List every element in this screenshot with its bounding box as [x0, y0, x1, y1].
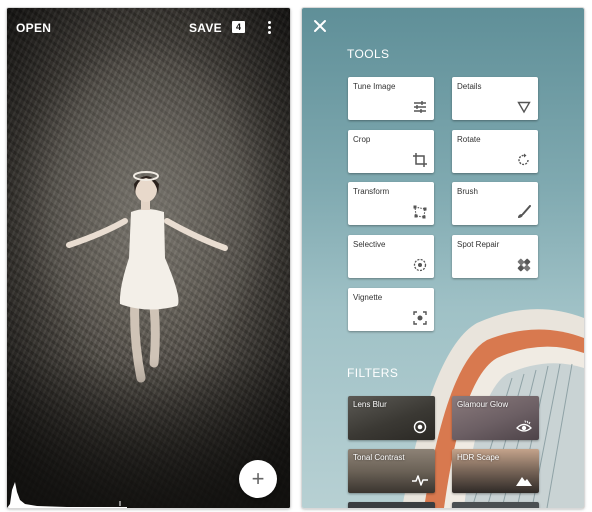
tool-spot-repair[interactable]: Spot Repair: [452, 235, 538, 278]
eye-icon: [516, 420, 532, 432]
tool-crop[interactable]: Crop: [348, 130, 434, 173]
editor-topbar: OPEN SAVE 4: [7, 8, 290, 48]
tools-menu-screen: TOOLS Tune Image Details Crop Rotate Tra…: [302, 8, 584, 508]
triangle-down-icon: [517, 101, 531, 114]
tool-label: Vignette: [353, 293, 383, 302]
tool-label: Brush: [457, 187, 478, 196]
filter-card-partial[interactable]: [348, 502, 435, 508]
tool-label: Transform: [353, 187, 390, 196]
background-building: [402, 309, 584, 508]
selective-icon: [413, 258, 427, 272]
filter-label: HDR Scape: [457, 453, 500, 462]
tool-label: Tune Image: [353, 82, 396, 91]
tool-brush[interactable]: Brush: [452, 182, 538, 225]
close-icon[interactable]: [312, 18, 328, 34]
tool-label: Crop: [353, 135, 371, 144]
tools-section-title: TOOLS: [347, 47, 390, 61]
lens-blur-icon: [413, 420, 427, 434]
mountain-icon: [516, 477, 532, 486]
tool-label: Spot Repair: [457, 240, 500, 249]
crop-icon: [413, 153, 427, 167]
tool-details[interactable]: Details: [452, 77, 538, 120]
tool-label: Details: [457, 82, 482, 91]
histogram: [7, 482, 127, 508]
filter-hdr-scape[interactable]: HDR Scape: [452, 449, 539, 493]
pulse-icon: [412, 475, 428, 486]
vignette-icon: [413, 311, 427, 325]
photo-editor-screen: OPEN SAVE 4 +: [7, 8, 290, 508]
more-vert-icon[interactable]: [263, 20, 275, 36]
tool-tune-image[interactable]: Tune Image: [348, 77, 434, 120]
tune-icon: [414, 101, 426, 113]
filter-tonal-contrast[interactable]: Tonal Contrast: [348, 449, 435, 493]
filter-card-partial[interactable]: [452, 502, 539, 508]
brush-icon: [518, 205, 531, 218]
tool-rotate[interactable]: Rotate: [452, 130, 538, 173]
filter-label: Tonal Contrast: [353, 453, 405, 462]
tool-label: Rotate: [457, 135, 481, 144]
transform-icon: [413, 205, 427, 219]
filter-label: Glamour Glow: [457, 400, 509, 409]
layers-count-badge[interactable]: 4: [232, 21, 245, 33]
bandage-icon: [517, 258, 531, 272]
filters-section-title: FILTERS: [347, 366, 399, 380]
add-filter-button[interactable]: +: [239, 460, 277, 498]
tool-transform[interactable]: Transform: [348, 182, 434, 225]
filter-label: Lens Blur: [353, 400, 387, 409]
filter-lens-blur[interactable]: Lens Blur: [348, 396, 435, 440]
tool-vignette[interactable]: Vignette: [348, 288, 434, 331]
rotate-icon: [518, 153, 529, 166]
tool-label: Selective: [353, 240, 386, 249]
filter-glamour-glow[interactable]: Glamour Glow: [452, 396, 539, 440]
tool-selective[interactable]: Selective: [348, 235, 434, 278]
save-button[interactable]: SAVE: [189, 21, 222, 35]
open-button[interactable]: OPEN: [16, 21, 51, 35]
